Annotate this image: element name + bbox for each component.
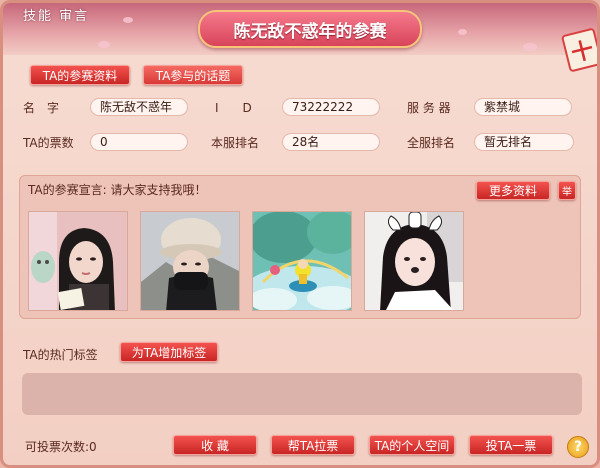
tab-topics-label: TA参与的话题 [155,68,231,83]
server-rank-label: 本服排名 [211,136,260,150]
close-icon[interactable]: 十 [560,27,597,73]
tab-topics[interactable]: TA参与的话题 [143,65,243,85]
more-info-button[interactable]: 更多资料 [476,181,550,200]
petal-decoration [98,41,110,48]
tab-profile[interactable]: TA的参赛资料 [30,65,130,85]
vote-label: 投TA一票 [485,438,537,453]
close-glyph: 十 [568,37,597,68]
add-tag-label: 为TA增加标签 [131,345,207,360]
help-vote-label: 帮TA拉票 [287,438,339,453]
photo-game-character[interactable] [252,211,352,311]
add-tag-button[interactable]: 为TA增加标签 [120,342,218,362]
photo-girl-hat[interactable] [140,211,240,311]
top-left-caption: 技能 审言 [23,9,90,24]
votes-label: TA的票数 [23,136,74,150]
help-icon[interactable]: ? [567,436,589,458]
page-title: 陈无敌不惑年的参赛 [233,21,387,42]
declaration-panel: TA的参赛宣言: 请大家支持我哦！ 更多资料 举 [19,175,581,319]
all-rank-label: 全服排名 [407,136,456,150]
declaration-text: TA的参赛宣言: 请大家支持我哦！ [28,183,207,197]
petal-decoration [523,43,537,51]
server-rank-field: 28名 [282,133,380,151]
all-rank-field: 暂无排名 [474,133,574,151]
photo-girl-book[interactable] [28,211,128,311]
photo-girl-dog-filter[interactable] [364,211,464,311]
photo-girl-dog-filter-image [365,212,463,310]
help-vote-button[interactable]: 帮TA拉票 [271,435,355,455]
more-info-label: 更多资料 [488,184,537,198]
remaining-votes-text: 可投票次数:0 [25,440,97,454]
profile-window: 技能 审言 陈无敌不惑年的参赛 十 TA的参赛资料 TA参与的话题 名 字 陈无… [0,0,600,468]
name-field: 陈无敌不惑年 [90,98,188,116]
tags-area [22,373,582,415]
help-glyph: ? [573,439,583,455]
id-label: I D [215,101,252,115]
report-label: 举 [562,187,572,198]
name-label: 名 字 [23,101,60,115]
vote-button[interactable]: 投TA一票 [469,435,553,455]
server-label: 服 务 器 [407,101,451,115]
photo-girl-hat-image [141,212,239,310]
hot-tags-label: TA的热门标签 [23,348,98,362]
votes-field: 0 [90,133,188,151]
photo-game-character-image [253,212,351,310]
personal-space-button[interactable]: TA的个人空间 [369,435,455,455]
server-field: 紫禁城 [474,98,572,116]
personal-space-label: TA的个人空间 [374,438,450,453]
petal-decoration [458,29,467,35]
title-banner: 陈无敌不惑年的参赛 [198,10,422,48]
favorite-label: 收 藏 [201,438,229,453]
favorite-button[interactable]: 收 藏 [173,435,257,455]
petal-decoration [123,17,133,23]
id-field: 73222222 [282,98,380,116]
photo-girl-book-image [29,212,127,310]
report-button[interactable]: 举 [558,181,576,200]
tab-profile-label: TA的参赛资料 [42,68,118,83]
